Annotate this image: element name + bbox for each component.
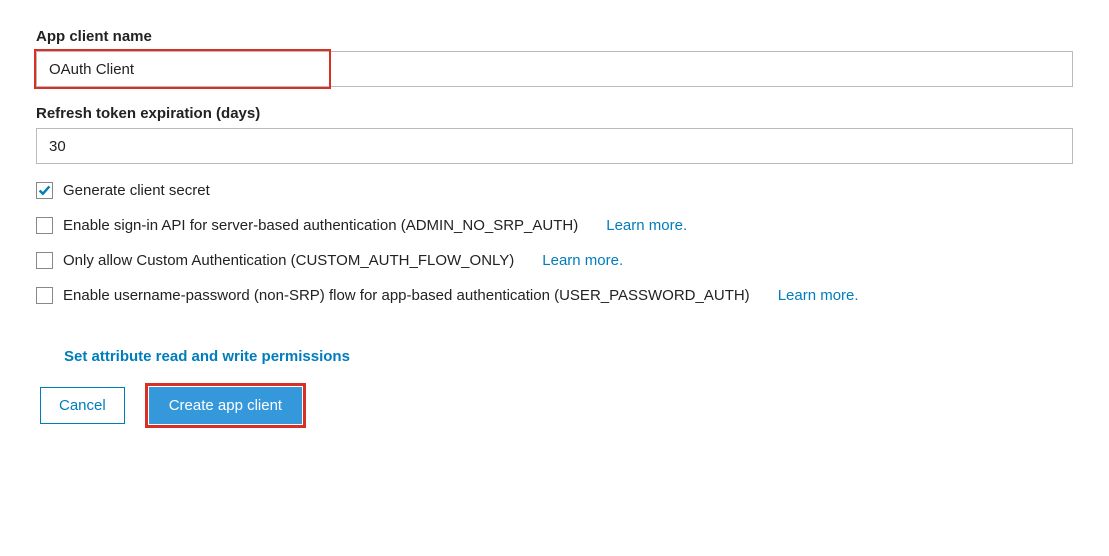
checkbox-label-user-password-auth: Enable username-password (non-SRP) flow … — [63, 287, 750, 304]
checkbox-row-admin-no-srp: Enable sign-in API for server-based auth… — [36, 217, 1073, 234]
checkbox-admin-no-srp[interactable] — [36, 217, 53, 234]
create-button-wrapper: Create app client — [149, 387, 302, 424]
checkbox-user-password-auth[interactable] — [36, 287, 53, 304]
checkbox-row-user-password-auth: Enable username-password (non-SRP) flow … — [36, 287, 1073, 304]
learn-more-user-password-auth[interactable]: Learn more. — [778, 287, 859, 304]
learn-more-admin-no-srp[interactable]: Learn more. — [606, 217, 687, 234]
checkbox-label-generate-secret: Generate client secret — [63, 182, 210, 199]
create-app-client-button[interactable]: Create app client — [149, 387, 302, 424]
button-row: Cancel Create app client — [40, 387, 1073, 424]
app-client-name-input[interactable] — [36, 51, 1073, 87]
checkmark-icon — [38, 184, 51, 197]
checkbox-label-admin-no-srp: Enable sign-in API for server-based auth… — [63, 217, 578, 234]
checkbox-row-custom-auth: Only allow Custom Authentication (CUSTOM… — [36, 252, 1073, 269]
checkbox-generate-client-secret[interactable] — [36, 182, 53, 199]
checkbox-row-generate-secret: Generate client secret — [36, 182, 1073, 199]
set-permissions-link[interactable]: Set attribute read and write permissions — [64, 348, 350, 365]
learn-more-custom-auth[interactable]: Learn more. — [542, 252, 623, 269]
cancel-button[interactable]: Cancel — [40, 387, 125, 424]
checkbox-custom-auth-only[interactable] — [36, 252, 53, 269]
app-client-name-label: App client name — [36, 28, 1073, 45]
app-client-name-field-wrapper — [36, 51, 1073, 87]
refresh-token-field-wrapper — [36, 128, 1073, 164]
checkbox-label-custom-auth: Only allow Custom Authentication (CUSTOM… — [63, 252, 514, 269]
refresh-token-label: Refresh token expiration (days) — [36, 105, 1073, 122]
refresh-token-input[interactable] — [36, 128, 1073, 164]
